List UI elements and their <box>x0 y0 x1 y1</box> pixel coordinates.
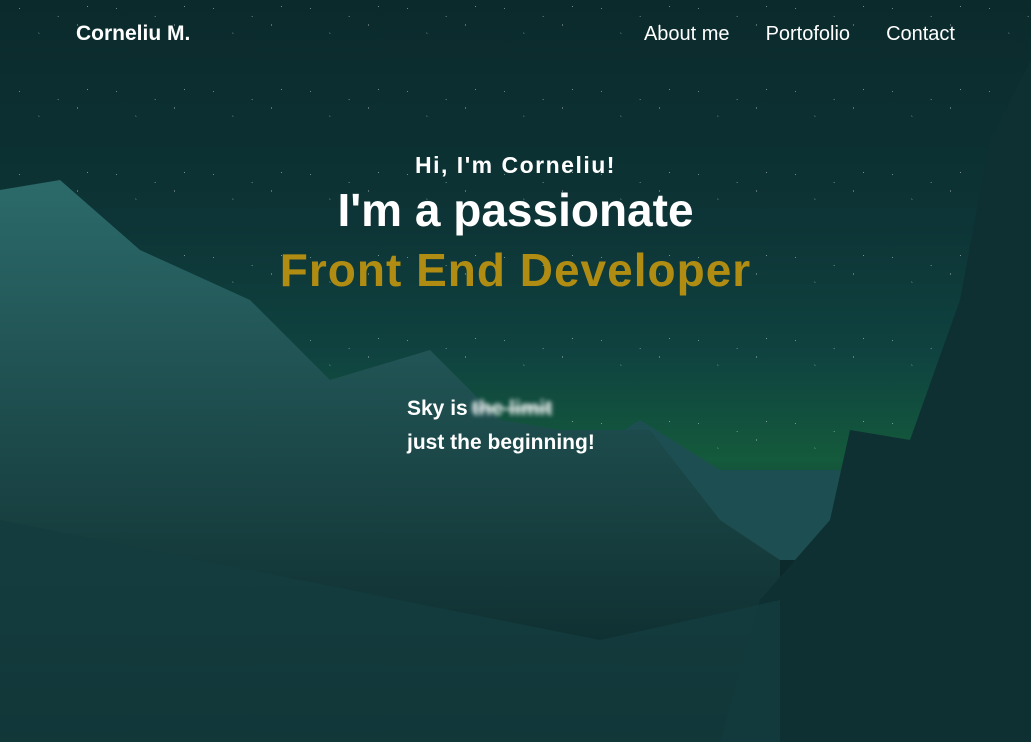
mountains <box>0 60 1031 742</box>
greeting: Hi, I'm Corneliu! <box>415 152 616 178</box>
top-nav: Corneliu M. About me Portofolio Contact <box>0 0 1031 70</box>
nav-link-about[interactable]: About me <box>644 23 730 46</box>
tagline-struck: the limit <box>471 397 553 420</box>
tagline-end: just the beginning! <box>407 431 595 454</box>
tagline: Sky is the limit just the beginning! <box>407 392 595 460</box>
role-title: Front End Developer <box>279 244 752 296</box>
nav-links: About me Portofolio Contact <box>644 23 955 46</box>
tagline-start: Sky is <box>407 397 468 420</box>
headline: I'm a passionate <box>337 184 694 236</box>
nav-link-contact[interactable]: Contact <box>886 23 955 46</box>
nav-link-portfolio[interactable]: Portofolio <box>766 23 851 46</box>
logo[interactable]: Corneliu M. <box>76 22 190 46</box>
background-image <box>0 0 1031 742</box>
